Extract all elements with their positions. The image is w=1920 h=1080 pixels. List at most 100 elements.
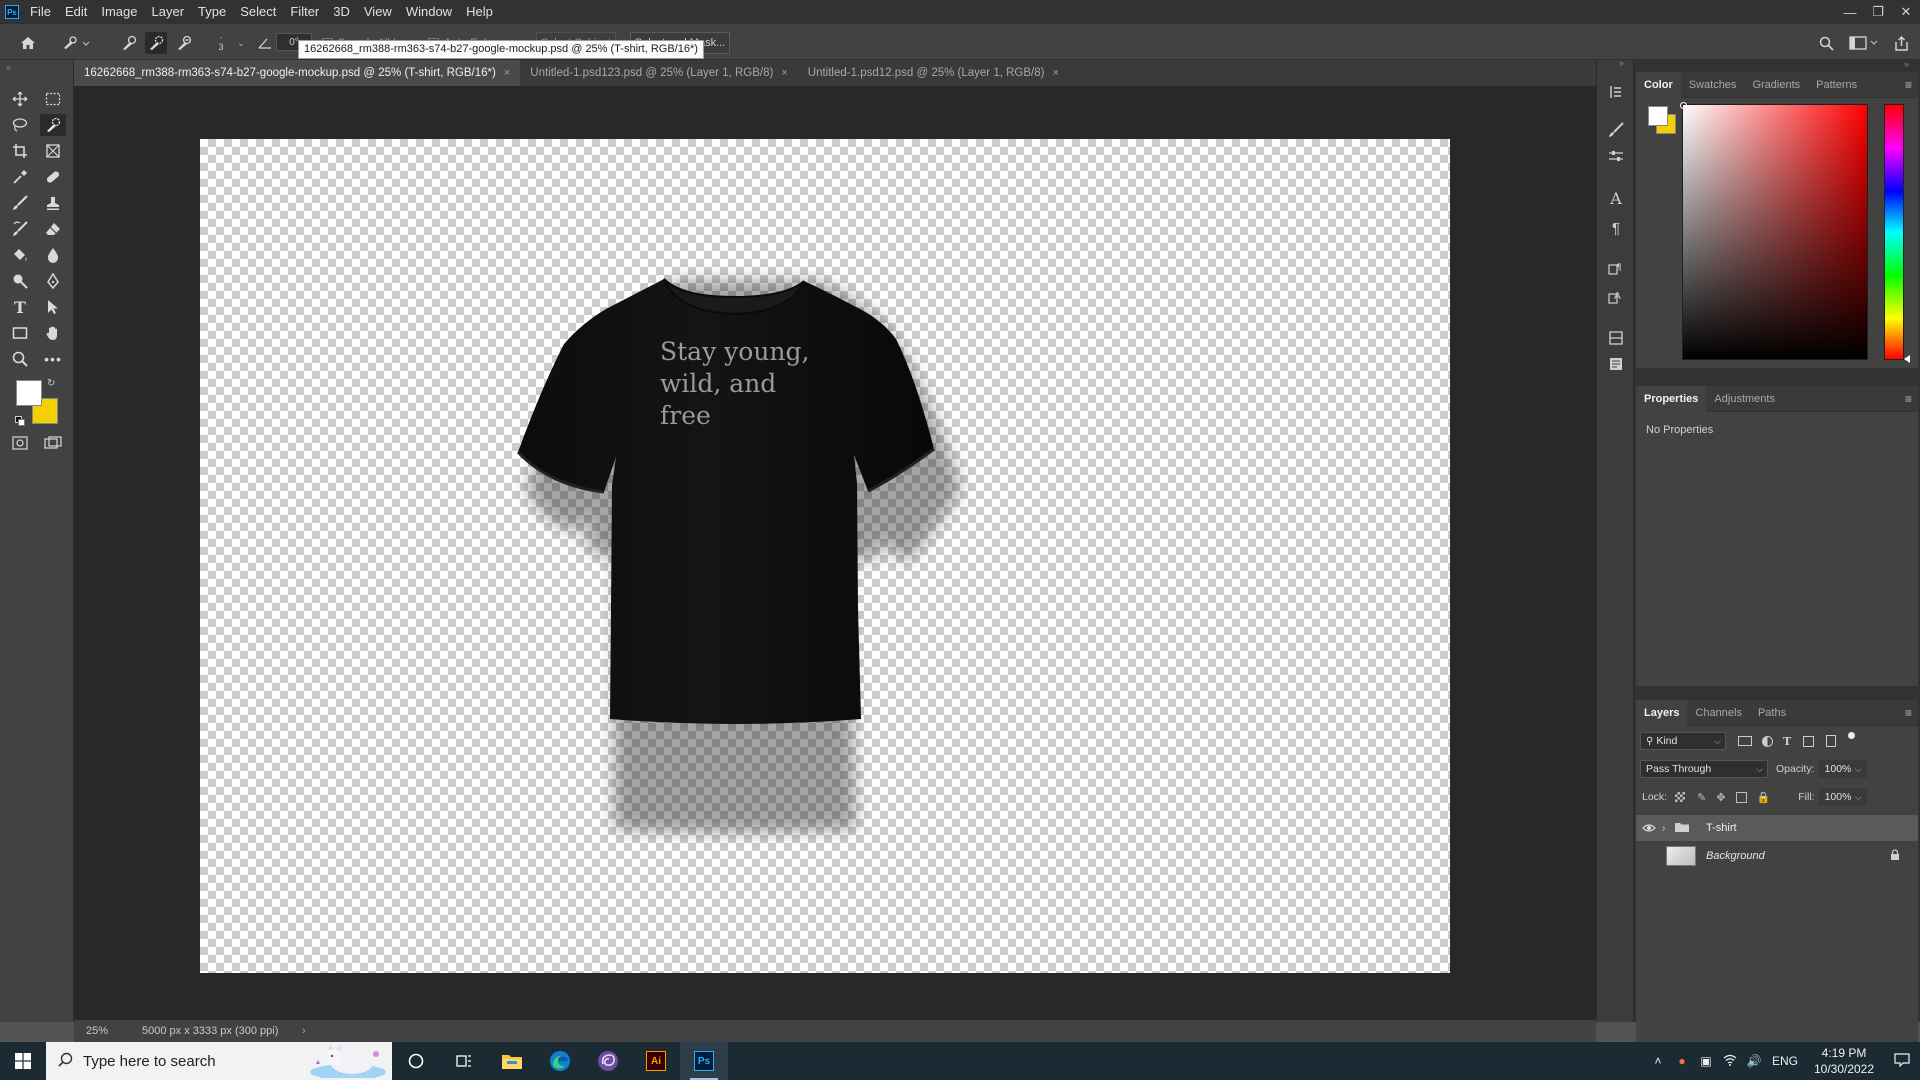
brush-tool-icon[interactable]: [7, 192, 33, 214]
document-canvas[interactable]: Stay young, wild, and free: [200, 139, 1450, 973]
taskbar-search-box[interactable]: Type here to search: [46, 1042, 392, 1080]
panel-menu-icon[interactable]: ≡: [1905, 392, 1912, 406]
foreground-color-swatch[interactable]: [16, 380, 42, 406]
menu-edit[interactable]: Edit: [58, 0, 94, 24]
history-panel-icon[interactable]: [1606, 82, 1626, 102]
paint-bucket-tool-icon[interactable]: [7, 244, 33, 266]
cortana-icon[interactable]: [392, 1042, 440, 1080]
filter-type-icon[interactable]: T: [1783, 735, 1791, 748]
rectangle-tool-icon[interactable]: [7, 322, 33, 344]
screen-mode-icon[interactable]: [40, 432, 66, 454]
collapse-toolbar-icon[interactable]: «: [6, 62, 11, 72]
path-selection-tool-icon[interactable]: [40, 296, 66, 318]
hue-slider[interactable]: [1884, 104, 1910, 363]
minimize-icon[interactable]: —: [1836, 0, 1864, 24]
document-tab[interactable]: Untitled-1.psd123.psd @ 25% (Layer 1, RG…: [520, 60, 798, 86]
move-tool-icon[interactable]: [7, 88, 33, 110]
blur-tool-icon[interactable]: [40, 244, 66, 266]
paragraph-panel-icon[interactable]: ¶: [1606, 218, 1626, 238]
tab-close-icon[interactable]: ×: [781, 67, 787, 79]
new-selection-icon[interactable]: [118, 32, 140, 54]
wifi-icon[interactable]: [1718, 1054, 1742, 1069]
language-indicator[interactable]: ENG: [1766, 1054, 1804, 1068]
illustrator-icon[interactable]: Ai: [632, 1042, 680, 1080]
more-tools-icon[interactable]: •••: [40, 348, 66, 370]
color-picker-field[interactable]: [1680, 102, 1868, 360]
menu-layer[interactable]: Layer: [145, 0, 192, 24]
healing-brush-tool-icon[interactable]: [40, 166, 66, 188]
frame-tool-icon[interactable]: [40, 140, 66, 162]
tab-adjustments[interactable]: Adjustments: [1706, 386, 1783, 412]
home-icon[interactable]: [14, 32, 42, 54]
document-tab-active[interactable]: 16262668_rm388-rm363-s74-b27-google-mock…: [74, 60, 521, 86]
tab-gradients[interactable]: Gradients: [1744, 72, 1808, 98]
color-picker-cursor[interactable]: [1680, 102, 1687, 109]
taskbar-clock[interactable]: 4:19 PM 10/30/2022: [1804, 1045, 1884, 1077]
task-view-icon[interactable]: [440, 1042, 488, 1080]
filter-smart-object-icon[interactable]: [1826, 735, 1837, 747]
layer-row-background[interactable]: ◉ Background: [1636, 843, 1918, 869]
tab-layers[interactable]: Layers: [1636, 699, 1688, 726]
tool-preset-picker[interactable]: [58, 32, 94, 54]
tab-color[interactable]: Color: [1636, 71, 1681, 98]
notifications-icon[interactable]: [1884, 1052, 1920, 1070]
security-alert-icon[interactable]: ●: [1670, 1054, 1694, 1068]
fill-input[interactable]: 100% ⌵: [1818, 788, 1867, 806]
rectangular-marquee-tool-icon[interactable]: [40, 88, 66, 110]
status-expand-arrow-icon[interactable]: ›: [294, 1025, 306, 1037]
lock-all-icon[interactable]: 🔒: [1757, 791, 1771, 804]
history-brush-tool-icon[interactable]: [7, 218, 33, 240]
tab-properties[interactable]: Properties: [1636, 385, 1707, 412]
lock-transparent-icon[interactable]: [1675, 792, 1686, 802]
menu-file[interactable]: File: [23, 0, 58, 24]
eraser-tool-icon[interactable]: [40, 218, 66, 240]
subtract-from-selection-icon[interactable]: [173, 32, 195, 54]
character-panel-icon[interactable]: A: [1606, 188, 1626, 208]
show-hidden-icons-chevron-icon[interactable]: ˄: [1646, 1054, 1670, 1068]
tab-channels[interactable]: Channels: [1687, 700, 1749, 726]
adjust-panel-icon[interactable]: [1606, 146, 1626, 166]
panel-foreground-swatch[interactable]: [1648, 106, 1668, 126]
menu-select[interactable]: Select: [233, 0, 283, 24]
filter-toggle-icon[interactable]: [1848, 731, 1856, 739]
type-tool-icon[interactable]: T: [7, 296, 33, 318]
default-colors-icon[interactable]: [15, 416, 25, 426]
lock-artboard-icon[interactable]: [1735, 791, 1747, 803]
brush-size-chevron-icon[interactable]: ⌄: [234, 34, 248, 52]
share-icon[interactable]: [1890, 32, 1912, 54]
menu-type[interactable]: Type: [191, 0, 233, 24]
lock-position-icon[interactable]: ✥: [1716, 791, 1725, 804]
menu-3d[interactable]: 3D: [326, 0, 357, 24]
menu-help[interactable]: Help: [459, 0, 500, 24]
color-panel-swatches[interactable]: [1648, 106, 1676, 134]
collapse-strip-icon[interactable]: »: [1619, 58, 1624, 68]
menu-view[interactable]: View: [357, 0, 399, 24]
tab-swatches[interactable]: Swatches: [1681, 72, 1745, 98]
quick-selection-tool-icon[interactable]: [40, 114, 66, 136]
filter-pixel-icon[interactable]: [1738, 736, 1752, 746]
expand-group-icon[interactable]: ›: [1662, 823, 1674, 834]
dodge-tool-icon[interactable]: [7, 270, 33, 292]
opacity-input[interactable]: 100% ⌵: [1818, 760, 1867, 778]
layer-filter-kind-select[interactable]: ⚲ Kind ⌵: [1640, 732, 1726, 750]
panel-menu-icon[interactable]: ≡: [1905, 706, 1912, 720]
volume-icon[interactable]: 🔊: [1742, 1054, 1766, 1068]
layer-row-tshirt[interactable]: › T-shirt: [1636, 815, 1918, 841]
clone-stamp-tool-icon[interactable]: [40, 192, 66, 214]
filter-adjustment-icon[interactable]: [1762, 735, 1773, 747]
windows-start-icon[interactable]: [0, 1042, 46, 1080]
hue-slider-handle[interactable]: [1904, 355, 1910, 363]
brush-settings-panel-icon[interactable]: [1606, 120, 1626, 140]
notes-panel-icon[interactable]: [1606, 354, 1626, 374]
filter-shape-icon[interactable]: [1803, 735, 1815, 747]
menu-image[interactable]: Image: [94, 0, 144, 24]
paragraph-styles-panel-icon[interactable]: ¶: [1606, 258, 1626, 278]
close-icon[interactable]: ✕: [1892, 0, 1920, 24]
lasso-tool-icon[interactable]: [7, 114, 33, 136]
brush-size-picker[interactable]: · 3: [210, 30, 232, 56]
eyedropper-tool-icon[interactable]: [7, 166, 33, 188]
tab-paths[interactable]: Paths: [1750, 700, 1794, 726]
search-icon[interactable]: [1815, 32, 1837, 54]
libraries-panel-icon[interactable]: [1606, 328, 1626, 348]
pen-tool-icon[interactable]: [40, 270, 66, 292]
